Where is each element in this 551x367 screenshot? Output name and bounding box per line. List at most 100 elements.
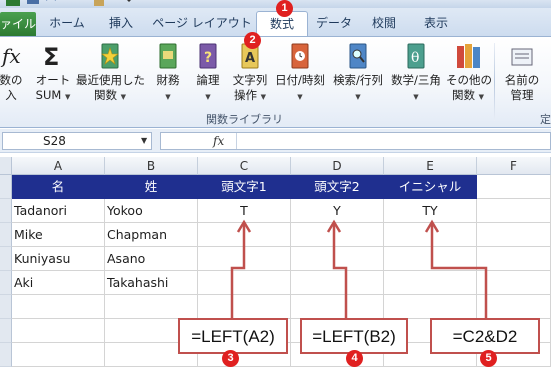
name-box[interactable]: S28 ▼ (2, 132, 152, 150)
tab-file[interactable]: ァイル (0, 12, 36, 36)
autosum-button[interactable]: Σ オート SUM ▼ (32, 41, 74, 105)
cell[interactable] (477, 175, 551, 199)
column-header-d[interactable]: D (291, 157, 384, 175)
formula-input[interactable] (236, 133, 550, 149)
column-header-f[interactable]: F (477, 157, 551, 175)
cell[interactable] (198, 271, 291, 295)
chevron-down-icon[interactable]: ▼ (141, 133, 147, 149)
undo-icon[interactable] (44, 0, 58, 6)
tab-page-layout[interactable]: ページ レイアウト (150, 11, 254, 36)
table-header-cell[interactable]: 姓 (105, 175, 198, 199)
more-functions-button[interactable]: その他の 関数 ▼ (446, 41, 492, 105)
svg-text:fx: fx (0, 44, 21, 68)
callout-formula-c: =LEFT(A2) (178, 318, 288, 354)
formula-area: fx (160, 132, 551, 150)
logical-button[interactable]: ? 論理 ▼ (190, 41, 226, 105)
row-header[interactable] (0, 319, 12, 343)
row-header[interactable] (0, 247, 12, 271)
cell[interactable] (291, 223, 384, 247)
tab-insert[interactable]: 挿入 (98, 11, 144, 36)
cell[interactable] (12, 295, 105, 319)
table-header-cell[interactable]: 頭文字2 (291, 175, 384, 199)
name-manager-button[interactable]: 名前の 管理 (500, 41, 544, 103)
function-library-group-label: 関数ライブラリ (206, 113, 283, 126)
cell[interactable] (198, 223, 291, 247)
cell[interactable] (291, 271, 384, 295)
ribbon-formulas-panel: fx 数の 入 Σ オート SUM ▼ 最近使用した 関数 ▼ 財務 ▼ ? 論… (0, 36, 551, 128)
paste-icon[interactable] (92, 0, 106, 6)
tab-view[interactable]: 表示 (414, 11, 458, 36)
cell[interactable]: Yokoo (105, 199, 198, 223)
cell[interactable]: Tadanori (12, 199, 105, 223)
cell[interactable] (198, 247, 291, 271)
row-header[interactable] (0, 271, 12, 295)
column-header-b[interactable]: B (105, 157, 198, 175)
fx-icon[interactable]: fx (213, 133, 224, 149)
cell[interactable] (12, 343, 105, 367)
cell[interactable]: Chapman (105, 223, 198, 247)
cell[interactable] (384, 295, 477, 319)
cell[interactable] (198, 295, 291, 319)
step-badge-5: 5 (480, 350, 497, 367)
svg-text:A: A (245, 51, 255, 66)
cell[interactable] (384, 223, 477, 247)
insert-function-button[interactable]: fx 数の 入 (0, 41, 24, 103)
group-separator (494, 43, 495, 121)
cell[interactable]: TY (384, 199, 477, 223)
select-all-corner[interactable] (0, 157, 12, 175)
cell[interactable] (384, 247, 477, 271)
cell[interactable] (477, 295, 551, 319)
cell[interactable] (291, 247, 384, 271)
financial-label: 財務 (156, 73, 180, 87)
recently-used-label-2: 関数 (93, 88, 117, 102)
cell[interactable]: Y (291, 199, 384, 223)
cell[interactable] (12, 319, 105, 343)
insert-function-label-1: 数の (0, 73, 23, 87)
autosum-label-2: SUM (35, 88, 62, 102)
row-header[interactable] (0, 295, 12, 319)
math-button[interactable]: θ 数学/三角 ▼ (388, 41, 444, 105)
cell[interactable] (384, 271, 477, 295)
cell[interactable]: Mike (12, 223, 105, 247)
fx-icon: fx (0, 44, 21, 68)
logical-label: 論理 (196, 73, 220, 87)
cell[interactable] (291, 295, 384, 319)
column-header-a[interactable]: A (12, 157, 105, 175)
cell[interactable] (477, 271, 551, 295)
row-header[interactable] (0, 343, 12, 367)
cell[interactable] (477, 199, 551, 223)
chevron-down-icon: ▼ (355, 93, 361, 101)
tab-data[interactable]: データ (312, 11, 356, 36)
cell[interactable] (477, 223, 551, 247)
cell[interactable]: Takahashi (105, 271, 198, 295)
cell[interactable]: Kuniyasu (12, 247, 105, 271)
column-header-c[interactable]: C (198, 157, 291, 175)
cell[interactable] (105, 295, 198, 319)
financial-button[interactable]: 財務 ▼ (150, 41, 186, 105)
customize-qat-icon[interactable] (122, 0, 136, 6)
text-label-2: 操作 (233, 88, 257, 102)
cell[interactable]: Asano (105, 247, 198, 271)
step-badge-3: 3 (222, 350, 239, 367)
tab-review[interactable]: 校閲 (362, 11, 406, 36)
cell[interactable]: T (198, 199, 291, 223)
save-icon[interactable] (26, 0, 40, 6)
row-header[interactable] (0, 175, 12, 199)
text-button[interactable]: A 文字列 操作 ▼ (228, 41, 272, 105)
table-header-cell[interactable]: 頭文字1 (198, 175, 291, 199)
recently-used-button[interactable]: 最近使用した 関数 ▼ (76, 41, 145, 105)
math-label: 数学/三角 (391, 73, 441, 87)
magnifier-book-icon (349, 43, 367, 69)
ribbon-tab-bar: ァイル ホーム 挿入 ページ レイアウト 数式 データ 校閲 表示 (0, 8, 551, 37)
cell[interactable] (477, 247, 551, 271)
table-header-cell[interactable]: 名 (12, 175, 105, 199)
cell[interactable]: Aki (12, 271, 105, 295)
column-header-e[interactable]: E (384, 157, 477, 175)
callout-formula-e: =C2&D2 (430, 318, 540, 354)
row-header[interactable] (0, 223, 12, 247)
lookup-button[interactable]: 検索/行列 ▼ (330, 41, 386, 105)
tab-home[interactable]: ホーム (40, 11, 94, 36)
datetime-button[interactable]: 日付/時刻 ▼ (272, 41, 328, 105)
row-header[interactable] (0, 199, 12, 223)
table-header-cell[interactable]: イニシャル (384, 175, 477, 199)
